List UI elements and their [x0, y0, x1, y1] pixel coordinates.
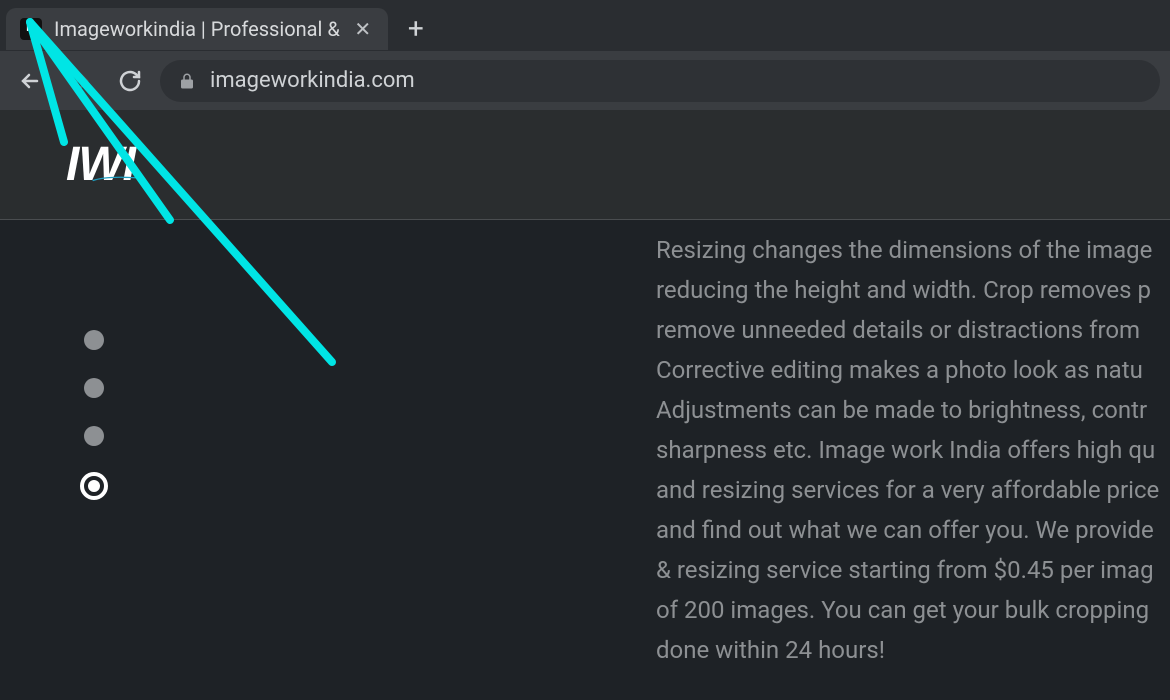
- pagination-dot-1[interactable]: [84, 330, 104, 350]
- tab-close-button[interactable]: ✕: [352, 17, 374, 41]
- pagination-dots: [84, 330, 108, 500]
- site-logo[interactable]: IWI: [66, 137, 135, 192]
- url-text: imageworkindia.com: [210, 68, 415, 93]
- back-button[interactable]: [10, 61, 50, 101]
- body-text: Resizing changes the dimensions of the i…: [656, 230, 1170, 670]
- pagination-dot-4[interactable]: [80, 472, 108, 500]
- tab-favicon: IW: [20, 18, 42, 40]
- site-header: IWI: [0, 110, 1170, 220]
- reload-button[interactable]: [110, 61, 150, 101]
- logo-text: IWI: [66, 138, 135, 191]
- browser-tab[interactable]: IW Imageworkindia | Professional & ✕: [6, 8, 388, 50]
- tab-title: Imageworkindia | Professional &: [54, 17, 340, 41]
- page-content: Resizing changes the dimensions of the i…: [0, 220, 1170, 700]
- lock-icon: [178, 72, 196, 90]
- browser-toolbar: imageworkindia.com: [0, 50, 1170, 110]
- new-tab-button[interactable]: +: [396, 8, 436, 48]
- pagination-dot-2[interactable]: [84, 378, 104, 398]
- pagination-dot-3[interactable]: [84, 426, 104, 446]
- forward-button[interactable]: [60, 61, 100, 101]
- browser-tab-strip: IW Imageworkindia | Professional & ✕ +: [0, 0, 1170, 50]
- address-bar[interactable]: imageworkindia.com: [160, 60, 1160, 102]
